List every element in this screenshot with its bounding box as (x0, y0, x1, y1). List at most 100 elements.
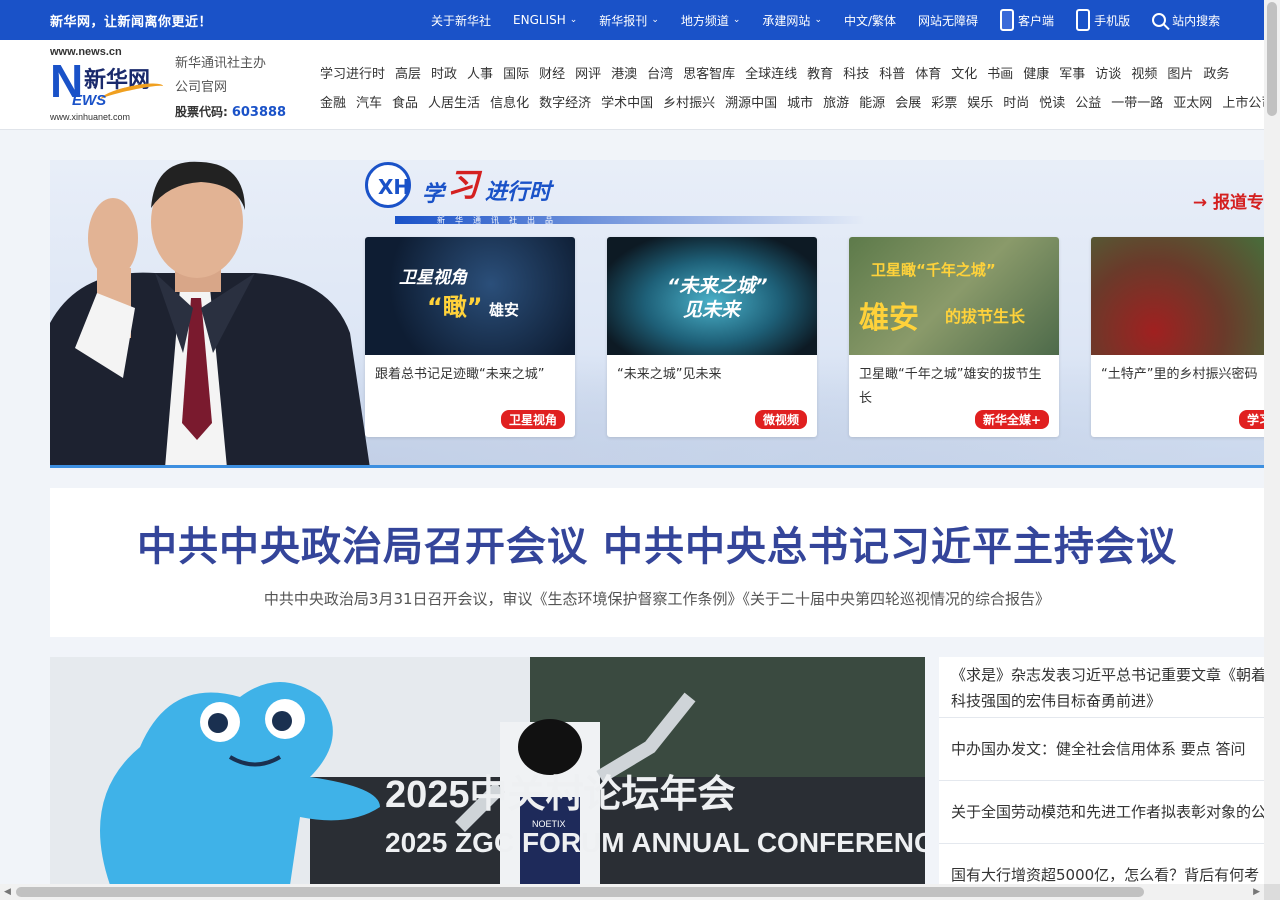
channel-nav-item[interactable]: 网评 (575, 63, 601, 82)
channel-nav-item[interactable]: 悦读 (1039, 92, 1065, 111)
channel-nav-item[interactable]: 健康 (1023, 63, 1049, 82)
channel-nav-item[interactable]: 时政 (431, 63, 457, 82)
card-thumbnail: “未来之城” 见未来 (607, 237, 817, 355)
channel-nav-item[interactable]: 台湾 (647, 63, 673, 82)
card-title: 卫星瞰“千年之城”雄安的拔节生长 (859, 367, 1042, 406)
channel-nav-item[interactable]: 能源 (859, 92, 885, 111)
feature-card[interactable]: “土特产”里的乡村振兴密码 学习新 (1091, 237, 1264, 437)
card-thumbnail (1091, 237, 1264, 355)
headline-title[interactable]: 中共中央政治局召开会议 中共中央总书记习近平主持会议 (50, 514, 1264, 572)
channel-nav-item[interactable]: 书画 (987, 63, 1013, 82)
top-link-accessibility[interactable]: 网站无障碍 (918, 12, 978, 29)
channel-nav-item[interactable]: 会展 (895, 92, 921, 111)
channel-nav-item[interactable]: 上市公司 (1222, 92, 1264, 111)
news-list-item[interactable]: 《求是》杂志发表习近平总书记重要文章《朝着 科技强国的宏伟目标奋勇前进》 (939, 660, 1264, 718)
channel-nav-item[interactable]: 思客智库 (683, 63, 735, 82)
top-link-mobile[interactable]: 手机版 (1076, 9, 1130, 31)
channel-nav-item[interactable]: 科技 (843, 63, 869, 82)
top-link-about[interactable]: 关于新华社 (431, 12, 491, 29)
top-bar: 新华网，让新闻离你更近！ 关于新华社 ENGLISH ⌄ 新华报刊 ⌄ 地方频道 ⌄ … (0, 0, 1280, 40)
org-line-1: 新华通讯社主办 (175, 56, 267, 71)
channel-nav-item[interactable]: 视频 (1131, 63, 1157, 82)
forum-sign-text-en: 2025 ZGC FORUM ANNUAL CONFERENCE (385, 827, 925, 858)
channel-nav-item[interactable]: 彩票 (931, 92, 957, 111)
top-link-search[interactable]: 站内搜索 (1152, 12, 1220, 29)
chevron-down-icon: ⌄ (732, 15, 741, 25)
channel-nav-item[interactable]: 全球连线 (745, 63, 797, 82)
channel-nav-item[interactable]: 学习进行时 (320, 63, 385, 82)
card-thumbnail: 卫星视角 “瞰” 雄安 (365, 237, 575, 355)
channel-nav-item[interactable]: 人居生活 (428, 92, 480, 111)
channel-nav-item[interactable]: 城市 (787, 92, 813, 111)
top-link-simplified-traditional[interactable]: 中文/繁体 (844, 12, 896, 29)
card-title: 跟着总书记足迹瞰“未来之城” (375, 367, 545, 382)
vertical-scroll-thumb[interactable] (1267, 2, 1277, 116)
channel-nav-item[interactable]: 教育 (807, 63, 833, 82)
card-title: “未来之城”见未来 (617, 367, 722, 382)
top-link-client[interactable]: 客户端 (1000, 9, 1054, 31)
top-link-hosted-sites[interactable]: 承建网站 ⌄ (762, 12, 822, 29)
scroll-right-icon[interactable]: ▶ (1253, 887, 1260, 897)
channel-nav-item[interactable]: 图片 (1167, 63, 1193, 82)
feature-card[interactable]: “未来之城” 见未来 “未来之城”见未来 微视频 (607, 237, 817, 437)
xuexi-jinxingshi-title[interactable]: XH 学 习 进行时 新华通讯社出品 (365, 160, 865, 230)
top-link-english[interactable]: ENGLISH ⌄ (513, 13, 577, 27)
feature-card[interactable]: 卫星瞰“千年之城” 雄安 的拔节生长 卫星瞰“千年之城”雄安的拔节生长 新华全媒… (849, 237, 1059, 437)
channel-nav-item[interactable]: 数字经济 (539, 92, 591, 111)
robot-label: NOETIX (532, 819, 566, 829)
card-tag: 卫星视角 (500, 410, 565, 429)
card-tag: 新华全媒+ (974, 410, 1049, 429)
top-link-newspapers[interactable]: 新华报刊 ⌄ (599, 12, 659, 29)
chevron-down-icon: ⌄ (651, 15, 659, 25)
channel-nav-item[interactable]: 汽车 (356, 92, 382, 111)
channel-nav-item[interactable]: 学术中国 (601, 92, 653, 111)
horizontal-scroll-thumb[interactable] (16, 887, 1144, 897)
news-list-item[interactable]: 国有大行增资超5000亿，怎么看？背后有何考 (939, 844, 1264, 885)
channel-nav-item[interactable]: 科普 (879, 63, 905, 82)
card-title: “土特产”里的乡村振兴密码 (1101, 367, 1258, 382)
channel-nav-item[interactable]: 文化 (951, 63, 977, 82)
channel-nav-item[interactable]: 财经 (539, 63, 565, 82)
top-link-local-channels[interactable]: 地方频道 ⌄ (681, 12, 741, 29)
channel-nav-item[interactable]: 公益 (1075, 92, 1101, 111)
channel-nav-item[interactable]: 信息化 (490, 92, 529, 111)
stock-label: 股票代码: (175, 105, 228, 119)
channel-nav-item[interactable]: 娱乐 (967, 92, 993, 111)
channel-nav-item[interactable]: 高层 (395, 63, 421, 82)
channel-nav-item[interactable]: 时尚 (1003, 92, 1029, 111)
channel-nav-item[interactable]: 乡村振兴 (663, 92, 715, 111)
channel-nav-item[interactable]: 访谈 (1095, 63, 1121, 82)
stock-code-link[interactable]: 603888 (232, 105, 286, 120)
feature-card[interactable]: 卫星视角 “瞰” 雄安 跟着总书记足迹瞰“未来之城” 卫星视角 (365, 237, 575, 437)
search-icon (1152, 13, 1167, 27)
channel-nav-item[interactable]: 国际 (503, 63, 529, 82)
scroll-left-icon[interactable]: ◀ (4, 887, 11, 897)
headline-news-list: 《求是》杂志发表习近平总书记重要文章《朝着 科技强国的宏伟目标奋勇前进》 中办国… (939, 657, 1264, 885)
lead-news-photo[interactable]: 2025中关村论坛年会 2025 ZGC FORUM ANNUAL CONFER… (50, 657, 925, 885)
headline-summary[interactable]: 中共中央政治局3月31日召开会议，审议《生态环境保护督察工作条例》《关于二十届中… (50, 588, 1264, 609)
channel-nav-item[interactable]: 亚太网 (1173, 92, 1212, 111)
channel-nav-item[interactable]: 政务 (1203, 63, 1229, 82)
channel-nav-item[interactable]: 人事 (467, 63, 493, 82)
channel-nav-item[interactable]: 军事 (1059, 63, 1085, 82)
channel-nav-row-2: 金融 汽车 食品 人居生活 信息化 数字经济 学术中国 乡村振兴 溯源中国 城市 旅游 能源 会展 彩票娱… (320, 87, 1264, 116)
xinhua-logo[interactable]: www.news.cn N 新华网 EWS www.xinhuanet.com (50, 46, 168, 126)
card-tag: 微视频 (754, 410, 807, 429)
channel-nav-item[interactable]: 溯源中国 (725, 92, 777, 111)
news-list-item[interactable]: 中办国办发文：健全社会信用体系 要点 答问 (939, 718, 1264, 781)
vertical-scrollbar[interactable] (1264, 0, 1280, 884)
organization-info: 新华通讯社主办 公司官网 股票代码: 603888 (175, 52, 286, 125)
channel-nav-item[interactable]: 金融 (320, 92, 346, 111)
channel-nav-item[interactable]: 旅游 (823, 92, 849, 111)
top-headline: 中共中央政治局召开会议 中共中央总书记习近平主持会议 中共中央政治局3月31日召… (50, 488, 1264, 637)
forum-robot-image: 2025中关村论坛年会 2025 ZGC FORUM ANNUAL CONFER… (50, 657, 925, 885)
channel-nav-item[interactable]: 港澳 (611, 63, 637, 82)
channel-nav-item[interactable]: 食品 (392, 92, 418, 111)
scrollbar-corner (1264, 884, 1280, 900)
report-special-link[interactable]: → 报道专 (1193, 188, 1264, 213)
site-header: www.news.cn N 新华网 EWS www.xinhuanet.com … (0, 40, 1264, 130)
channel-nav-item[interactable]: 一带一路 (1111, 92, 1163, 111)
channel-nav-item[interactable]: 体育 (915, 63, 941, 82)
horizontal-scrollbar[interactable]: ◀ ▶ (0, 884, 1264, 900)
news-list-item[interactable]: 关于全国劳动模范和先进工作者拟表彰对象的公 (939, 781, 1264, 844)
